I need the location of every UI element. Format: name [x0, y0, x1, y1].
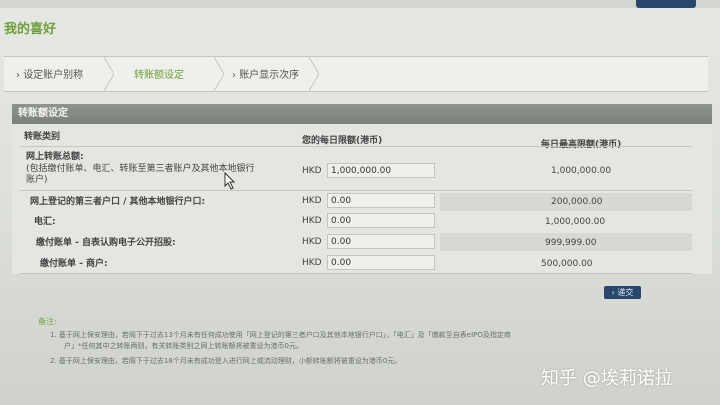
- mouse-pointer-icon: [224, 172, 236, 190]
- daily-limit-input-merchant[interactable]: 0.00: [327, 255, 435, 270]
- max-limit-value: 999,999.00: [545, 238, 597, 248]
- tab-label: 转账额设定: [134, 70, 184, 81]
- tab-transfer-limit[interactable]: 转账额设定: [134, 66, 184, 81]
- tab-divider-chevron: [214, 57, 224, 91]
- divider: [20, 273, 692, 274]
- tab-account-nickname[interactable]: › 设定账户别称: [16, 66, 83, 81]
- row-label: 缴付账单 - 商户:: [40, 259, 108, 269]
- currency-label: HKD: [302, 216, 322, 226]
- row-label: 网上转账总额:: [26, 152, 84, 162]
- watermark: 知乎 @埃莉诺拉: [541, 368, 673, 389]
- notes-heading: 备注:: [38, 317, 57, 326]
- row-label-detail: 账户): [26, 175, 48, 185]
- panel-title: 转账额设定: [12, 104, 712, 124]
- row-label: 网上登记的第三者户口 / 其他本地银行户口:: [30, 197, 206, 207]
- tab-divider-chevron: [104, 57, 114, 91]
- page-title: 我的喜好: [4, 22, 57, 37]
- tab-label: 设定账户别称: [23, 70, 84, 81]
- tab-divider-chevron: [309, 57, 319, 91]
- page: 我的喜好 › 设定账户别称 转账额设定 › 账户显示次序 转账额设定 转账类别 …: [0, 0, 720, 405]
- daily-limit-input-third-party[interactable]: 0.00: [327, 193, 435, 208]
- note-item: 1. 基于网上保安理由，若阁下于过去13个月未有任何成功使用「网上登记的第三者户…: [50, 331, 511, 339]
- max-limit-value: 500,000.00: [541, 259, 593, 269]
- currency-label: HKD: [302, 196, 322, 206]
- tab-label: 账户显示次序: [239, 70, 300, 81]
- daily-limit-input-total[interactable]: 1,000,000.00: [327, 163, 435, 178]
- tab-account-order[interactable]: › 账户显示次序: [232, 66, 299, 81]
- top-bar: [0, 0, 720, 8]
- column-header-max-limit: 每日最高限额(港币): [541, 140, 622, 150]
- note-item: 2. 基于网上保安理由，若阁下于过去18个月未有成功登入进行网上或流动理财，小额…: [50, 357, 402, 365]
- divider: [20, 146, 692, 147]
- currency-label: HKD: [302, 166, 322, 176]
- currency-label: HKD: [302, 237, 322, 247]
- chevron-right-icon: ›: [232, 70, 236, 81]
- arrow-right-icon: ›: [611, 288, 615, 297]
- chevron-right-icon: ›: [16, 70, 20, 81]
- daily-limit-input-telegraphic[interactable]: 0.00: [327, 213, 435, 228]
- max-limit-value: 1,000,000.00: [545, 217, 606, 227]
- submit-button[interactable]: › 递交: [604, 286, 641, 299]
- divider: [20, 190, 692, 191]
- max-limit-value: 200,000.00: [551, 197, 603, 207]
- column-header-category: 转账类别: [24, 132, 61, 142]
- currency-label: HKD: [302, 258, 322, 268]
- note-item-continued: 户」*任何其中之转账两则，有关转账类别之网上转账额将被重设为港币0元。: [64, 342, 303, 350]
- row-label: 缴付账单 - 自表认购电子公开招股:: [36, 238, 176, 248]
- top-nav-button[interactable]: [636, 0, 696, 8]
- daily-limit-input-eipo[interactable]: 0.00: [327, 234, 435, 249]
- column-header-daily-limit: 您的每日限额(港币): [302, 136, 383, 146]
- row-label-detail: (包括缴付账单、电汇、转账至第三者账户及其他本地银行: [26, 164, 255, 174]
- row-label: 电汇:: [34, 217, 56, 227]
- submit-label: 递交: [617, 288, 634, 297]
- max-limit-value: 1,000,000.00: [551, 166, 612, 176]
- tab-bar: › 设定账户别称 转账额设定 › 账户显示次序: [4, 56, 708, 92]
